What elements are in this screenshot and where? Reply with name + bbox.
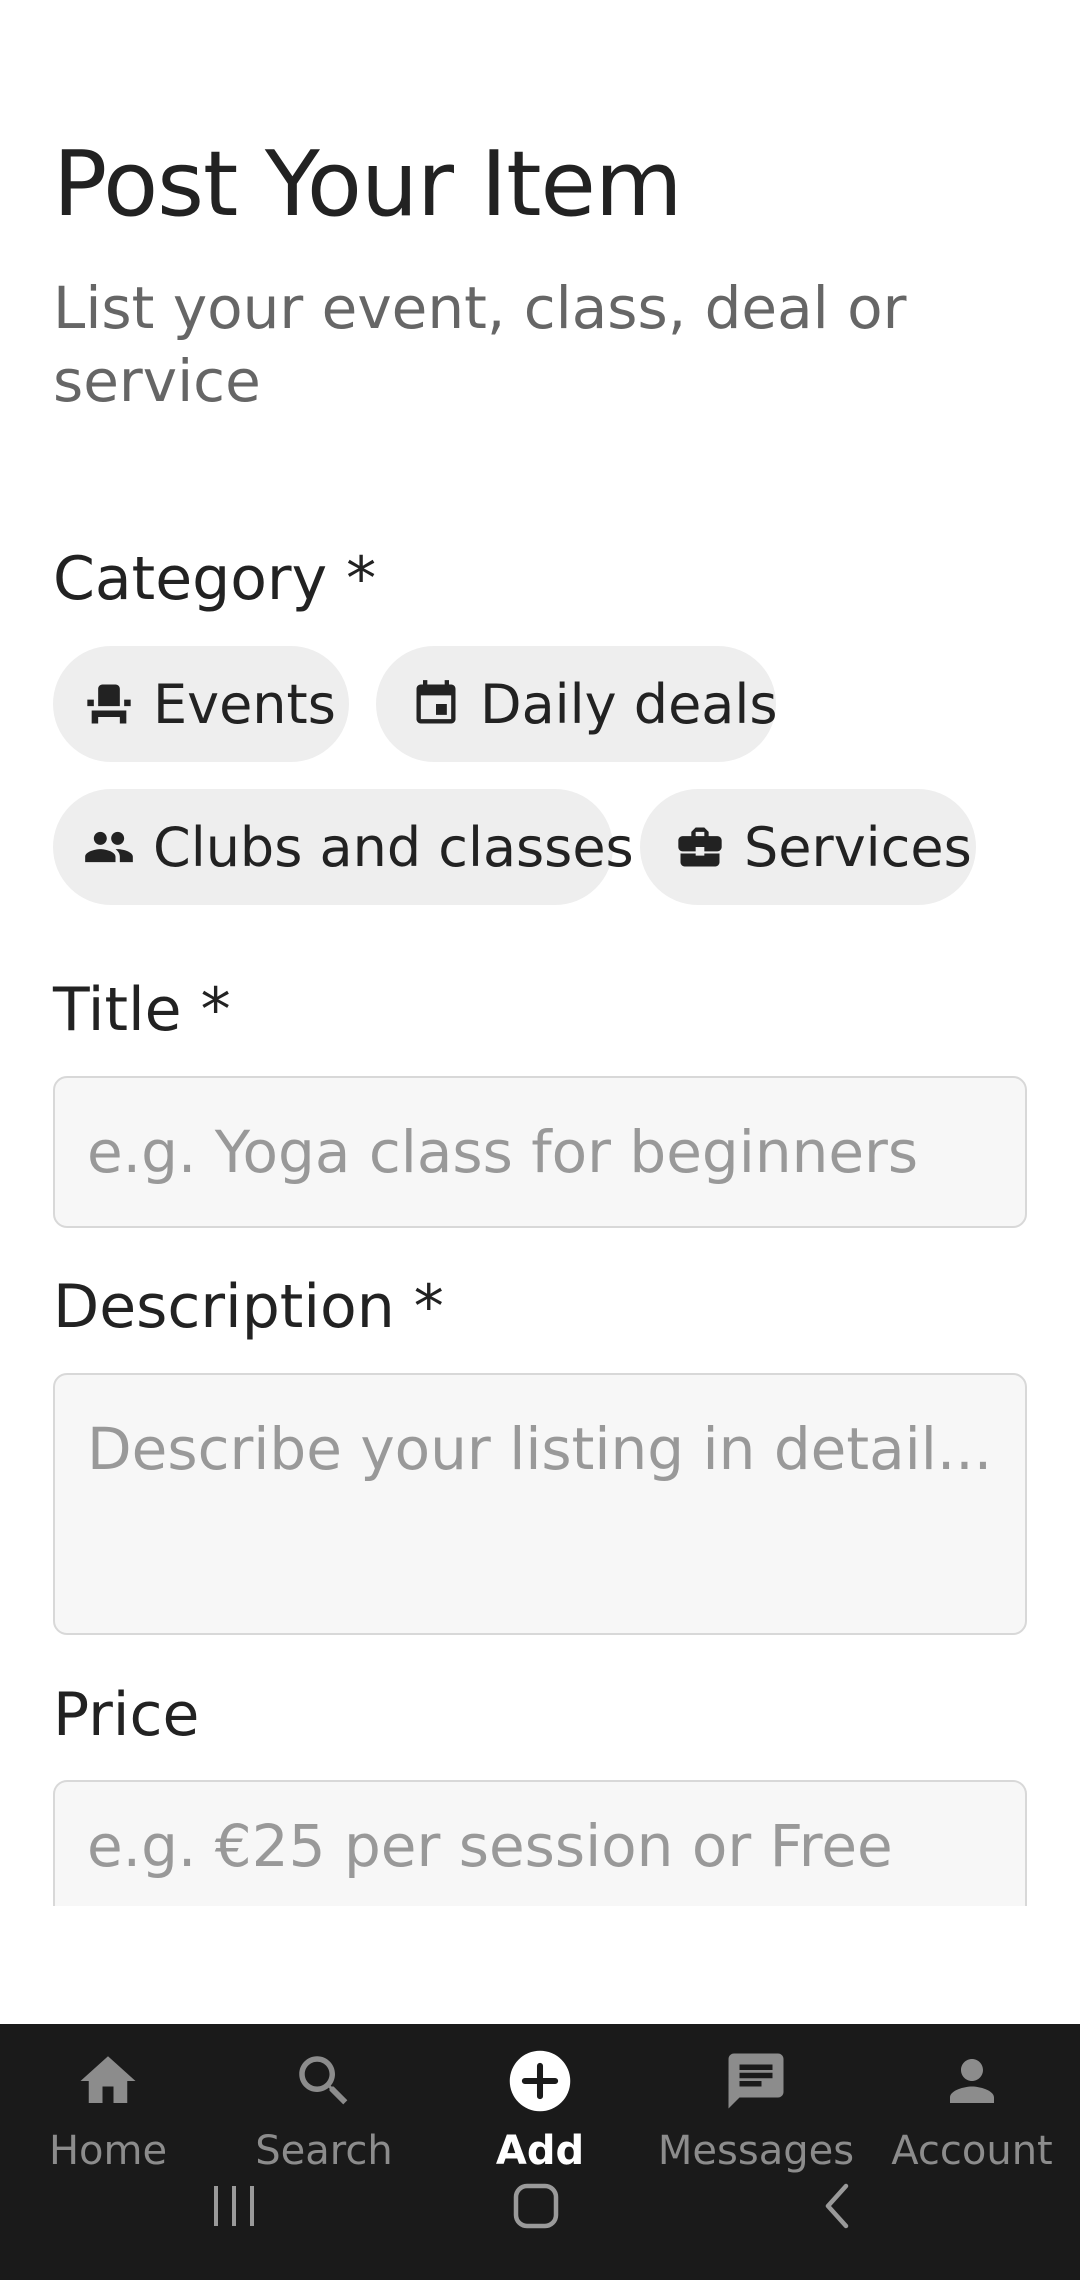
page-subtitle: List your event, class, deal or service	[53, 274, 907, 415]
bottom-nav: Home Search Add Messages Account	[0, 2024, 1080, 2280]
nav-label: Home	[48, 2128, 168, 2174]
home-button-icon[interactable]	[508, 2178, 564, 2234]
chip-label: Daily deals	[480, 672, 778, 736]
chip-label: Services	[744, 815, 972, 879]
nav-item-account[interactable]: Account	[864, 2040, 1080, 2174]
nav-label: Messages	[657, 2128, 855, 2174]
page-title: Post Your Item	[53, 132, 683, 237]
price-label: Price	[53, 1680, 200, 1750]
category-chip-daily-deals[interactable]: Daily deals	[376, 646, 778, 762]
category-label: Category *	[53, 544, 377, 614]
nav-item-home[interactable]: Home	[0, 2040, 216, 2174]
price-input[interactable]: e.g. €25 per session or Free	[53, 1780, 1027, 1906]
nav-label: Account	[891, 2128, 1053, 2174]
nav-label: Search	[255, 2128, 393, 2174]
add-icon	[509, 2050, 571, 2112]
people-icon	[85, 831, 133, 863]
chip-label: Events	[153, 672, 336, 736]
title-label: Title *	[53, 975, 231, 1045]
recent-apps-icon[interactable]	[206, 2178, 262, 2234]
category-chip-services[interactable]: Services	[640, 789, 976, 905]
calendar-icon	[416, 680, 456, 724]
messages-icon	[728, 2053, 784, 2109]
nav-label: Add	[495, 2128, 585, 2174]
nav-item-add[interactable]: Add	[432, 2040, 648, 2174]
category-chip-events[interactable]: Events	[53, 646, 349, 762]
nav-item-messages[interactable]: Messages	[648, 2040, 864, 2174]
description-label: Description *	[53, 1272, 444, 1342]
category-chip-clubs-and-classes[interactable]: Clubs and classes	[53, 789, 634, 905]
title-input[interactable]: e.g. Yoga class for beginners	[53, 1076, 1027, 1228]
search-icon	[299, 2056, 348, 2105]
nav-item-search[interactable]: Search	[216, 2040, 432, 2174]
briefcase-icon	[678, 827, 722, 867]
chip-label: Clubs and classes	[153, 815, 634, 879]
description-textarea[interactable]: Describe your listing in detail...	[53, 1373, 1027, 1635]
home-icon	[80, 2056, 136, 2103]
account-icon	[950, 2059, 994, 2103]
back-icon[interactable]	[810, 2178, 866, 2234]
event-seat-icon	[87, 684, 131, 724]
